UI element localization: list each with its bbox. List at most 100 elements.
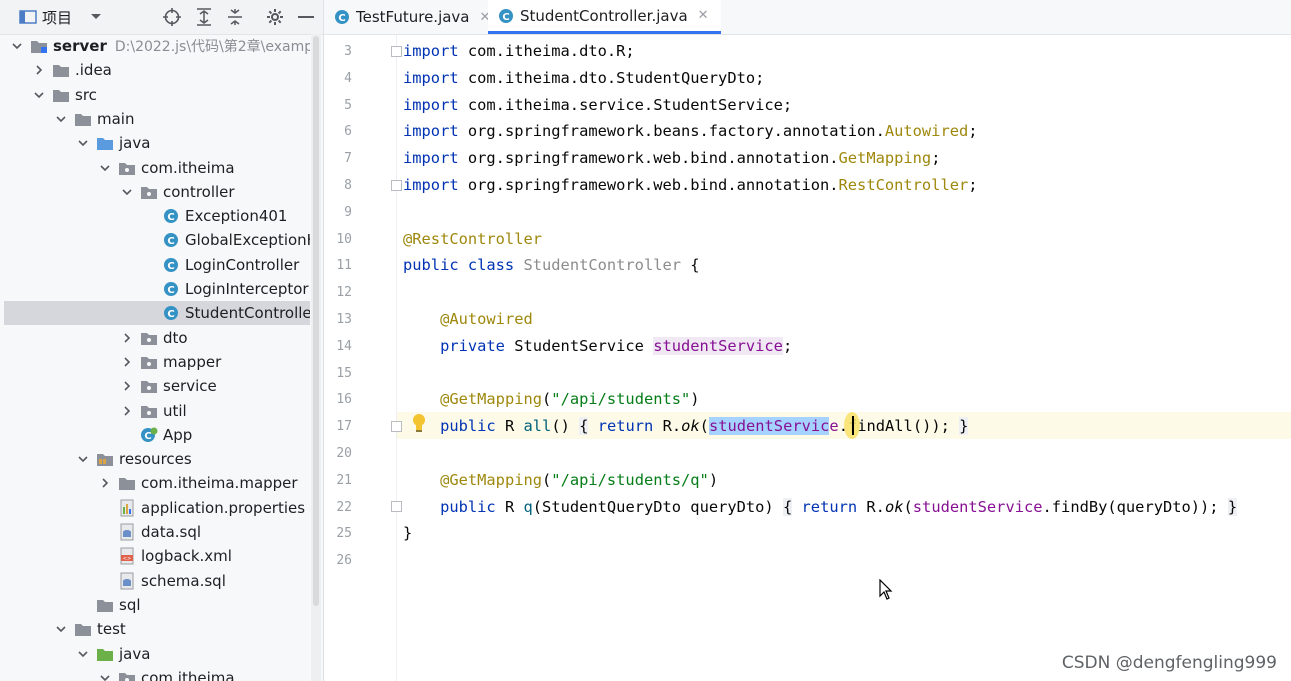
- chevron-down-icon[interactable]: [98, 671, 112, 681]
- chevron-right-icon[interactable]: [120, 379, 134, 393]
- chevron-down-icon[interactable]: [32, 88, 46, 102]
- tab-label: TestFuture.java: [356, 8, 470, 26]
- tree-item-label: GlobalExceptionHa: [185, 231, 310, 250]
- code-token: "/api/students/q": [551, 470, 709, 489]
- line-number: 6: [344, 124, 352, 140]
- tree-item[interactable]: C Exception401: [4, 204, 310, 228]
- tree-item[interactable]: service: [4, 374, 310, 398]
- tree-item[interactable]: data.sql: [4, 520, 310, 544]
- code-line[interactable]: @Autowired: [403, 306, 533, 333]
- tree-item[interactable]: controller: [4, 180, 310, 204]
- tree-item-label: App: [163, 425, 193, 444]
- tree-item[interactable]: application.properties: [4, 496, 310, 520]
- code-line[interactable]: import org.springframework.web.bind.anno…: [403, 172, 978, 199]
- tree-item[interactable]: schema.sql: [4, 569, 310, 593]
- tree-item-label: schema.sql: [141, 571, 226, 590]
- code-token: {: [579, 417, 589, 436]
- lightbulb-icon[interactable]: [411, 413, 427, 437]
- tree-item[interactable]: java: [4, 131, 310, 155]
- class-icon: C: [162, 231, 180, 249]
- code-token: e: [829, 417, 839, 436]
- tree-item-label: resources: [119, 450, 192, 469]
- tree-item[interactable]: resources: [4, 447, 310, 471]
- tab-testfuture[interactable]: C TestFuture.java ✕: [334, 0, 490, 34]
- code-line[interactable]: @RestController: [403, 226, 542, 253]
- tree-item[interactable]: .idea: [4, 58, 310, 82]
- code-token: (: [699, 417, 709, 436]
- tree-scrollbar-thumb[interactable]: [313, 36, 319, 606]
- fold-marker-icon[interactable]: [391, 501, 402, 512]
- expand-all-icon[interactable]: [194, 7, 214, 27]
- tree-item[interactable]: C GlobalExceptionHa: [4, 228, 310, 252]
- chevron-right-icon[interactable]: [120, 404, 134, 418]
- line-number: 3: [344, 44, 352, 59]
- fold-marker-icon[interactable]: [391, 421, 402, 432]
- tree-item[interactable]: C StudentController: [4, 301, 310, 326]
- tree-item[interactable]: com.itheima: [4, 156, 310, 180]
- code-line[interactable]: import com.itheima.dto.StudentQueryDto;: [403, 65, 764, 92]
- tree-item[interactable]: com.itheima: [4, 666, 310, 681]
- tree-item[interactable]: C App: [4, 423, 310, 447]
- chevron-down-icon[interactable]: [98, 161, 112, 175]
- fold-marker-icon[interactable]: [391, 46, 402, 57]
- tree-item[interactable]: server D:\2022.js\代码\第2章\example: [4, 34, 310, 58]
- code-line[interactable]: public R q(StudentQueryDto queryDto) { r…: [403, 494, 1238, 521]
- tab-studentcontroller[interactable]: C StudentController.java ✕: [488, 0, 721, 34]
- code-editor[interactable]: import com.itheima.dto.R; import com.ithe…: [397, 35, 1291, 681]
- line-number: 25: [336, 526, 352, 542]
- tree-item[interactable]: java: [4, 642, 310, 666]
- chevron-down-icon[interactable]: [120, 185, 134, 199]
- chevron-down-icon[interactable]: [76, 647, 90, 661]
- tree-item[interactable]: C LoginController: [4, 253, 310, 277]
- tree-item[interactable]: test: [4, 617, 310, 641]
- project-panel-title[interactable]: 项目: [42, 7, 72, 27]
- chevron-right-icon[interactable]: [120, 355, 134, 369]
- code-line[interactable]: public R all() { return R.ok(studentServ…: [403, 413, 969, 440]
- collapse-all-icon[interactable]: [225, 7, 245, 27]
- chevron-right-icon[interactable]: [98, 476, 112, 490]
- tree-item[interactable]: mapper: [4, 350, 310, 374]
- chevron-down-icon[interactable]: [10, 39, 24, 53]
- tree-item[interactable]: main: [4, 107, 310, 131]
- tree-item[interactable]: src: [4, 83, 310, 107]
- code-token: public: [440, 497, 496, 516]
- code-line[interactable]: @GetMapping("/api/students"): [403, 386, 700, 413]
- minimize-icon[interactable]: [296, 7, 316, 27]
- code-line[interactable]: }: [403, 520, 412, 547]
- tree-item[interactable]: com.itheima.mapper: [4, 471, 310, 495]
- tree-item-label: application.properties: [141, 498, 306, 517]
- chevron-down-icon[interactable]: [76, 452, 90, 466]
- code-line[interactable]: import org.springframework.beans.factory…: [403, 118, 978, 145]
- close-icon[interactable]: ✕: [698, 8, 709, 23]
- code-token: import: [403, 176, 459, 194]
- code-token: R.: [857, 497, 885, 516]
- code-line[interactable]: private StudentService studentService;: [403, 333, 792, 360]
- fold-marker-icon[interactable]: [391, 180, 402, 191]
- project-view-icon[interactable]: [18, 7, 38, 27]
- tree-item[interactable]: <> logback.xml: [4, 544, 310, 568]
- code-token: public: [440, 417, 496, 436]
- code-line[interactable]: import com.itheima.dto.R;: [403, 38, 635, 65]
- code-line[interactable]: import org.springframework.web.bind.anno…: [403, 145, 940, 172]
- chevron-down-icon[interactable]: [54, 112, 68, 126]
- locate-icon[interactable]: [162, 7, 182, 27]
- code-line[interactable]: @GetMapping("/api/students/q"): [403, 467, 718, 494]
- package-icon: [118, 669, 136, 681]
- chevron-down-icon[interactable]: [76, 136, 90, 150]
- code-line[interactable]: public class StudentController {: [403, 252, 700, 279]
- tree-item[interactable]: C LoginInterceptor: [4, 277, 310, 301]
- code-line[interactable]: import com.itheima.service.StudentServic…: [403, 92, 792, 119]
- tree-item[interactable]: util: [4, 399, 310, 423]
- gear-icon[interactable]: [264, 7, 286, 27]
- chevron-right-icon[interactable]: [32, 63, 46, 77]
- tree-item[interactable]: dto: [4, 326, 310, 350]
- chevron-down-icon[interactable]: [88, 7, 104, 27]
- tree-item[interactable]: sql: [4, 593, 310, 617]
- chevron-down-icon[interactable]: [54, 622, 68, 636]
- code-token: StudentService: [504, 336, 654, 355]
- chevron-right-icon[interactable]: [120, 331, 134, 345]
- tree-item-label: com.itheima: [141, 668, 235, 681]
